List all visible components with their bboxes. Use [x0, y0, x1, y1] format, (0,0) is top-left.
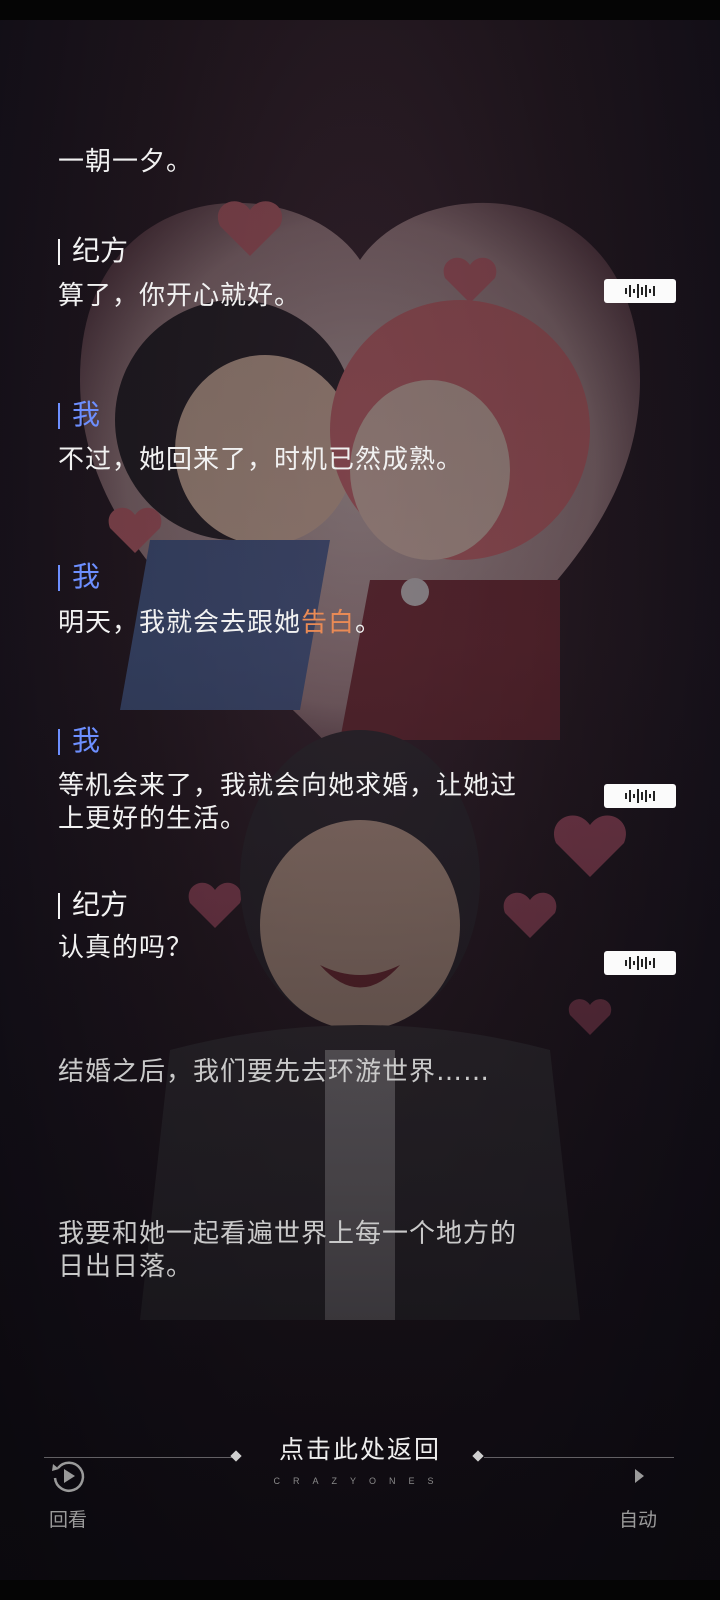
dialogue-text: 认真的吗？: [58, 933, 194, 963]
dialogue-text: 等机会来了，我就会向她求婚，让她过 上更好的生活。: [58, 771, 518, 834]
replay-label: 回看: [48, 1509, 87, 1531]
navigation-bar: [0, 1580, 720, 1600]
voice-replay-button[interactable]: [604, 951, 676, 975]
narration-text: 结婚之后，我们要先去环游世界……: [58, 1057, 491, 1087]
voice-waveform-icon: [625, 284, 655, 298]
status-bar: [0, 0, 720, 20]
dialogue-history-list[interactable]: 一朝一夕。 纪方 算了，你开心就好。 我 不过，她回来了，时机已然成熟。 我 明…: [0, 20, 720, 1580]
dialogue-text: 算了，你开心就好。: [58, 281, 302, 311]
auto-label: 自动: [618, 1509, 657, 1531]
auto-play-button[interactable]: 自动: [608, 1458, 668, 1532]
voice-waveform-icon: [625, 956, 655, 970]
voice-waveform-icon: [625, 789, 655, 803]
speaker-name: 我: [58, 560, 100, 594]
replay-icon: [52, 1461, 85, 1492]
replay-button[interactable]: 回看: [38, 1458, 98, 1532]
brand-watermark: CRAZYONES: [273, 1476, 447, 1486]
highlighted-keyword: 告白: [301, 608, 356, 638]
voice-replay-button[interactable]: [604, 279, 676, 303]
narration-text: 我要和她一起看遍世界上每一个地方的 日出日落。: [58, 1219, 518, 1282]
dialogue-text: 明天，我就会去跟她告白。: [58, 608, 383, 638]
speaker-name: 我: [58, 724, 100, 758]
play-icon: [635, 1469, 644, 1483]
history-log-screen: 一朝一夕。 纪方 算了，你开心就好。 我 不过，她回来了，时机已然成熟。 我 明…: [0, 20, 720, 1580]
voice-replay-button[interactable]: [604, 784, 676, 808]
speaker-name: 我: [58, 398, 100, 432]
speaker-name: 纪方: [58, 888, 128, 922]
dialogue-text: 不过，她回来了，时机已然成熟。: [58, 445, 464, 475]
dialogue-text: 一朝一夕。: [58, 147, 194, 177]
back-button[interactable]: 点击此处返回: [260, 1430, 460, 1466]
speaker-name: 纪方: [58, 234, 128, 268]
